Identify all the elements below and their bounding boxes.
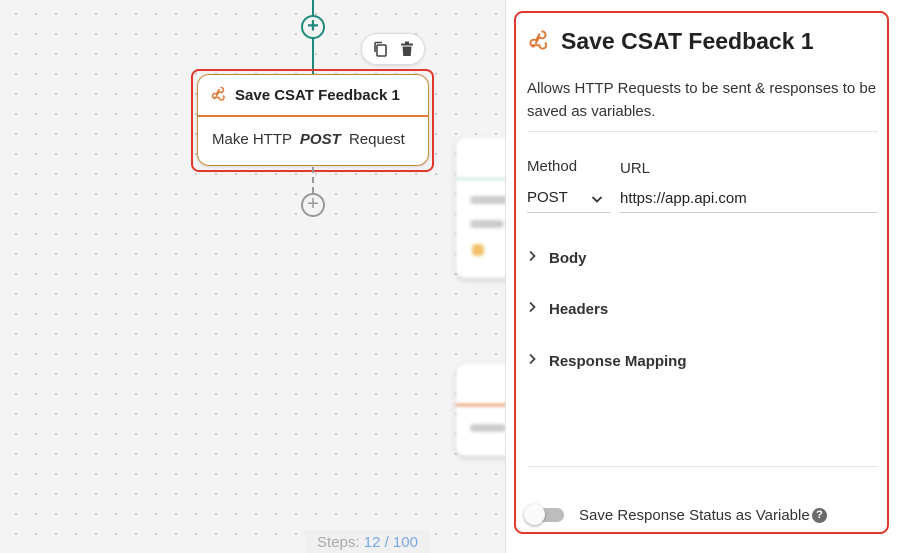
steps-counter: Steps: 12 / 100 (305, 530, 430, 553)
url-label: URL (620, 160, 651, 177)
panel-description: Allows HTTP Requests to be sent & respon… (527, 80, 877, 120)
node-description: Make HTTP POST Request (198, 117, 428, 162)
divider (527, 131, 878, 132)
chevron-down-icon (590, 190, 604, 214)
trash-icon[interactable] (398, 40, 416, 58)
node-header: Save CSAT Feedback 1 (198, 75, 428, 117)
flow-canvas[interactable]: + Save CSAT Feedback 1 Make HTTP POST Re… (0, 0, 505, 553)
http-request-node[interactable]: Save CSAT Feedback 1 Make HTTP POST Requ… (197, 74, 429, 166)
node-body-suffix: Request (348, 131, 405, 148)
section-response-mapping[interactable]: Response Mapping (527, 352, 687, 371)
connector-line-dashed (312, 167, 314, 193)
add-step-below-icon[interactable]: + (301, 193, 325, 217)
divider (527, 466, 878, 467)
toggle-knob (524, 504, 545, 525)
section-body[interactable]: Body (527, 249, 587, 268)
webhook-icon (210, 85, 226, 106)
panel-title: Save CSAT Feedback 1 (561, 28, 814, 54)
steps-label: Steps: (317, 534, 360, 551)
background-node-http[interactable] (456, 364, 505, 456)
node-title: Save CSAT Feedback 1 (235, 86, 400, 104)
chevron-right-icon (527, 352, 537, 371)
node-body-method: POST (299, 131, 341, 148)
help-icon[interactable]: ? (812, 508, 827, 523)
add-step-above-icon[interactable]: + (301, 15, 325, 39)
chevron-right-icon (527, 249, 537, 268)
save-status-label: Save Response Status as Variable (579, 507, 810, 524)
node-action-toolbar (361, 33, 425, 65)
section-body-label: Body (549, 250, 587, 267)
section-response-mapping-label: Response Mapping (549, 353, 687, 370)
copy-icon[interactable] (371, 40, 389, 58)
background-node-message[interactable] (456, 138, 505, 278)
chevron-right-icon (527, 300, 537, 319)
panel-header: Save CSAT Feedback 1 (527, 28, 814, 55)
save-status-toggle[interactable] (524, 504, 566, 525)
webhook-icon (527, 28, 549, 55)
section-headers[interactable]: Headers (527, 300, 608, 319)
method-value: POST (527, 189, 568, 206)
url-input[interactable] (620, 184, 877, 213)
node-body-prefix: Make HTTP (212, 131, 292, 148)
steps-count: 12 / 100 (363, 534, 418, 551)
method-select[interactable]: POST (527, 186, 610, 213)
method-label: Method (527, 158, 578, 175)
section-headers-label: Headers (549, 301, 609, 318)
